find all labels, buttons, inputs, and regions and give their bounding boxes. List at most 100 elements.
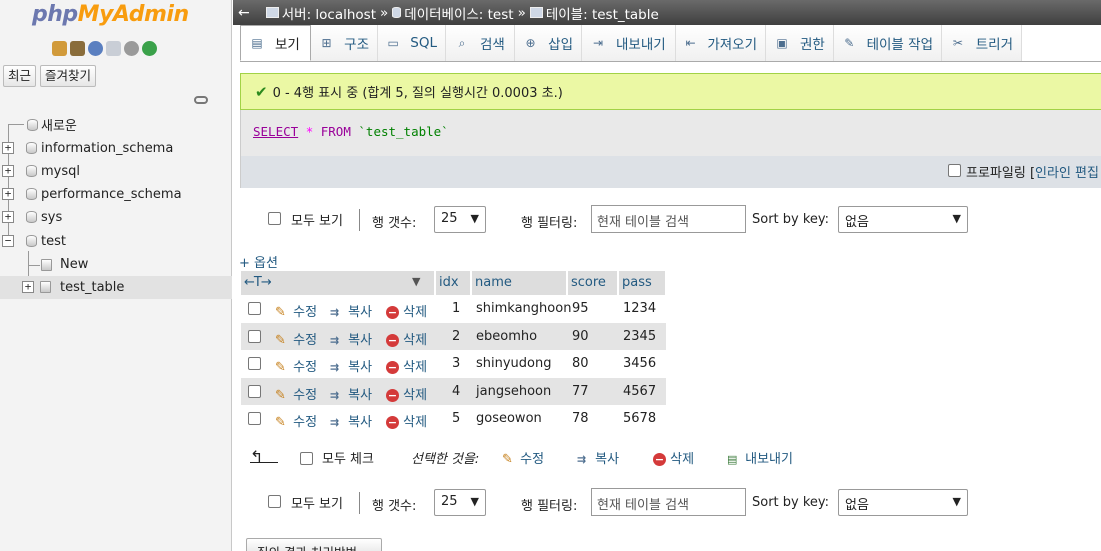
- edit-link[interactable]: ✎ 수정: [275, 301, 317, 320]
- tab-privileges[interactable]: ▣ 권한: [766, 25, 834, 61]
- phpmyadmin-logo[interactable]: phpMyAdmin: [32, 2, 189, 27]
- cell-score[interactable]: 80: [572, 356, 589, 371]
- settings-icon[interactable]: [124, 41, 139, 56]
- sql-keyword-select[interactable]: SELECT: [253, 124, 298, 139]
- edit-link[interactable]: ✎ 수정: [275, 384, 317, 403]
- recent-button[interactable]: 최근: [3, 65, 37, 87]
- row-filter-input[interactable]: 현재 테이블 검색: [591, 488, 746, 516]
- delete-link[interactable]: − 삭제: [386, 301, 427, 320]
- show-all-label[interactable]: 모두 보기: [291, 493, 343, 512]
- tree-item-test[interactable]: − test: [0, 230, 232, 253]
- bulk-edit-button[interactable]: ✎ 수정: [502, 448, 544, 467]
- row-filter-input[interactable]: 현재 테이블 검색: [591, 205, 746, 233]
- link-with-main-icon[interactable]: [194, 96, 208, 104]
- breadcrumb-table[interactable]: 테이블: test_table: [529, 3, 659, 23]
- cell-pass[interactable]: 5678: [623, 411, 656, 426]
- tree-item-test-table[interactable]: + test_table: [0, 276, 232, 299]
- tree-item-information-schema[interactable]: + information_schema: [0, 137, 232, 160]
- expand-icon[interactable]: +: [2, 188, 14, 200]
- row-checkbox[interactable]: [248, 384, 261, 398]
- show-all-checkbox[interactable]: [268, 212, 281, 225]
- column-dropdown-icon[interactable]: ▼: [412, 270, 420, 294]
- cell-pass[interactable]: 3456: [623, 356, 656, 371]
- cell-score[interactable]: 77: [572, 384, 589, 399]
- row-count-select[interactable]: 25 ▼: [434, 206, 486, 233]
- show-all-label[interactable]: 모두 보기: [291, 210, 343, 229]
- sort-by-key-select[interactable]: 없음 ▼: [838, 206, 968, 233]
- options-link[interactable]: + 옵션: [239, 252, 278, 271]
- column-header-pass[interactable]: pass: [619, 271, 665, 295]
- column-header-idx[interactable]: idx: [436, 271, 470, 295]
- expand-icon[interactable]: +: [2, 211, 14, 223]
- reload-icon[interactable]: [142, 41, 157, 56]
- show-all-checkbox[interactable]: [268, 495, 281, 508]
- expand-icon[interactable]: +: [22, 281, 34, 293]
- query-results-operations-button[interactable]: 질의 결과 처리방법: [246, 538, 382, 551]
- column-expand-arrows-icon[interactable]: ←T→: [244, 275, 272, 290]
- profiling-checkbox[interactable]: [948, 164, 961, 177]
- bulk-copy-button[interactable]: ⇉ 복사: [577, 448, 619, 467]
- tree-item-performance-schema[interactable]: + performance_schema: [0, 183, 232, 206]
- edit-link[interactable]: ✎ 수정: [275, 329, 317, 348]
- bulk-export-button[interactable]: ▤ 내보내기: [727, 448, 793, 467]
- tree-item-new[interactable]: 새로운: [0, 113, 232, 136]
- cell-idx[interactable]: 1: [452, 301, 460, 316]
- delete-link[interactable]: − 삭제: [386, 411, 427, 430]
- delete-link[interactable]: − 삭제: [386, 384, 427, 403]
- breadcrumb-server[interactable]: 서버: localhost: [265, 3, 376, 23]
- tree-item-mysql[interactable]: + mysql: [0, 160, 232, 183]
- row-checkbox[interactable]: [248, 302, 261, 315]
- home-icon[interactable]: [52, 41, 67, 56]
- tab-operations[interactable]: ✎ 테이블 작업: [834, 25, 942, 61]
- copy-link[interactable]: ⇉ 복사: [330, 411, 372, 430]
- edit-link[interactable]: ✎ 수정: [275, 411, 317, 430]
- copy-link[interactable]: ⇉ 복사: [330, 384, 372, 403]
- cell-name[interactable]: shimkanghoon: [476, 301, 571, 316]
- breadcrumb-database[interactable]: 데이터베이스: test: [392, 3, 514, 23]
- row-checkbox[interactable]: [248, 412, 261, 425]
- cell-idx[interactable]: 5: [452, 411, 460, 426]
- cell-idx[interactable]: 4: [452, 384, 460, 399]
- row-count-select[interactable]: 25 ▼: [434, 489, 486, 516]
- tab-export[interactable]: ⇥ 내보내기: [582, 25, 676, 61]
- tab-triggers[interactable]: ✂ 트리거: [942, 25, 1022, 61]
- delete-link[interactable]: − 삭제: [386, 356, 427, 375]
- tab-structure[interactable]: ⊞ 구조: [311, 25, 378, 61]
- collapse-icon[interactable]: −: [2, 235, 14, 247]
- sort-by-key-select[interactable]: 없음 ▼: [838, 489, 968, 516]
- database-icon[interactable]: [70, 41, 85, 56]
- tab-search[interactable]: ⌕ 검색: [446, 25, 515, 61]
- cell-name[interactable]: ebeomho: [476, 329, 537, 344]
- inline-edit-link[interactable]: 인라인 편집: [1035, 166, 1099, 181]
- check-all-checkbox[interactable]: [300, 452, 313, 465]
- column-header-name[interactable]: name: [472, 271, 566, 295]
- cell-pass[interactable]: 1234: [623, 301, 656, 316]
- row-checkbox[interactable]: [248, 357, 261, 370]
- cell-score[interactable]: 78: [572, 411, 589, 426]
- tab-import[interactable]: ⇤ 가져오기: [676, 25, 766, 61]
- tab-sql[interactable]: ▭ SQL: [378, 25, 446, 61]
- edit-link[interactable]: ✎ 수정: [275, 356, 317, 375]
- copy-link[interactable]: ⇉ 복사: [330, 356, 372, 375]
- copy-link[interactable]: ⇉ 복사: [330, 301, 372, 320]
- delete-link[interactable]: − 삭제: [386, 329, 427, 348]
- row-checkbox[interactable]: [248, 329, 261, 343]
- cell-score[interactable]: 90: [572, 329, 589, 344]
- docs-icon[interactable]: [106, 41, 121, 56]
- tree-item-sys[interactable]: + sys: [0, 206, 232, 229]
- cell-pass[interactable]: 2345: [623, 329, 656, 344]
- cell-name[interactable]: goseowon: [476, 411, 542, 426]
- tab-insert[interactable]: ⊕ 삽입: [515, 25, 582, 61]
- cell-score[interactable]: 95: [572, 301, 589, 316]
- column-header-score[interactable]: score: [568, 271, 617, 295]
- bulk-delete-button[interactable]: − 삭제: [653, 448, 694, 467]
- help-icon[interactable]: [88, 41, 103, 56]
- cell-name[interactable]: shinyudong: [476, 356, 552, 371]
- expand-icon[interactable]: +: [2, 142, 14, 154]
- cell-idx[interactable]: 3: [452, 356, 460, 371]
- copy-link[interactable]: ⇉ 복사: [330, 329, 372, 348]
- cell-name[interactable]: jangsehoon: [476, 384, 551, 399]
- expand-icon[interactable]: +: [2, 165, 14, 177]
- cell-pass[interactable]: 4567: [623, 384, 656, 399]
- cell-idx[interactable]: 2: [452, 329, 460, 344]
